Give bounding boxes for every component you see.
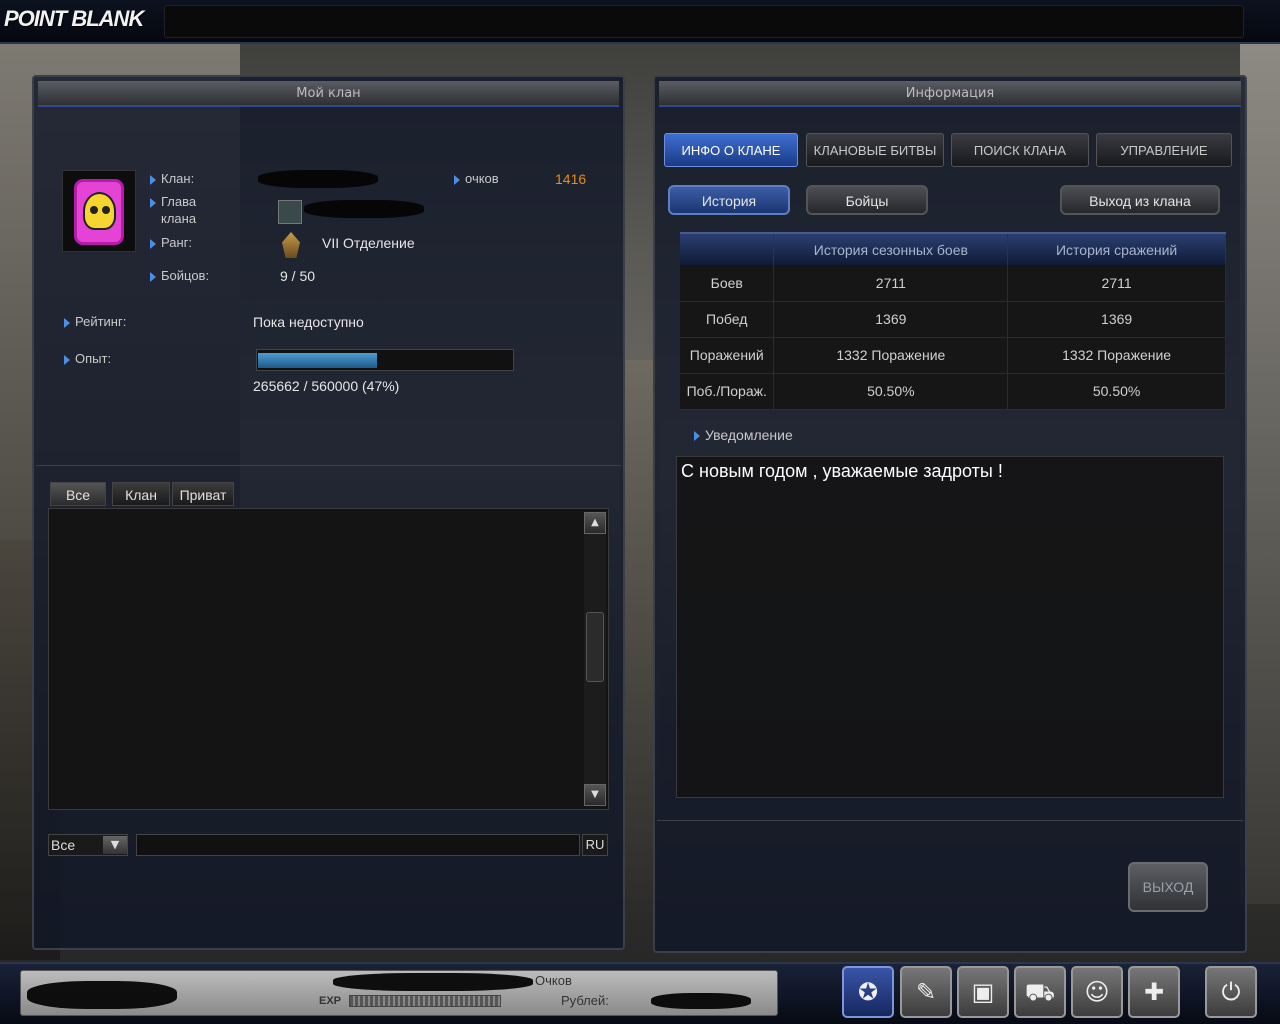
player-points-label: Очков	[535, 973, 572, 988]
chat-language[interactable]: RU	[582, 834, 608, 856]
chat-channel-value: Все	[51, 837, 76, 853]
row-label: Побед	[680, 301, 775, 338]
clan-emblem	[62, 170, 136, 252]
player-name-redacted	[27, 981, 177, 1009]
scroll-down-icon[interactable]: ▼	[584, 784, 606, 806]
exp-value: 265662 / 560000 (47%)	[253, 378, 400, 394]
table-header-row: История сезонных боев История сражений	[680, 232, 1226, 265]
rank-label: Ранг:	[150, 235, 192, 250]
row-label: Поб./Пораж.	[680, 373, 775, 410]
table-row: Боев 2711 2711	[680, 265, 1226, 302]
table-cell: 2711	[773, 265, 1009, 302]
row-label: Боев	[680, 265, 775, 302]
skull-eye-right	[102, 206, 110, 214]
exp-progress-fill	[258, 353, 377, 368]
chat-input[interactable]	[136, 834, 580, 856]
shop-cart-icon[interactable]: ⛟	[1014, 966, 1066, 1018]
player-exp-label: EXP	[319, 995, 342, 1007]
leave-clan-button[interactable]: Выход из клана	[1060, 185, 1220, 215]
chat-tab-all[interactable]: Все	[50, 482, 106, 506]
points-value: 1416	[555, 171, 587, 187]
fighters-value: 9 / 50	[280, 268, 316, 284]
player-details-redacted	[333, 973, 533, 991]
chat-scrollbar[interactable]: ▲ ▼	[584, 512, 606, 806]
skull-icon	[83, 192, 116, 230]
divider	[36, 465, 621, 466]
row-label: Поражений	[680, 337, 775, 374]
fighters-label: Бойцов:	[150, 268, 209, 283]
rating-value: Пока недоступно	[253, 314, 364, 330]
scroll-up-icon[interactable]: ▲	[584, 512, 606, 534]
table-cell: 2711	[1007, 265, 1226, 302]
player-info-box: Очков EXP Рублей:	[20, 970, 778, 1016]
info-title: Информация	[659, 81, 1241, 107]
points-label: очков	[454, 171, 499, 186]
history-button[interactable]: История	[668, 185, 790, 215]
tab-clan-battles[interactable]: КЛАНОВЫЕ БИТВЫ	[806, 133, 944, 167]
chat-tab-clan[interactable]: Клан	[112, 482, 170, 506]
chat-log	[48, 508, 609, 810]
leader-name-redacted	[304, 200, 424, 218]
notice-text: С новым годом , уважаемые задроты !	[681, 461, 1003, 481]
exp-progress-bar	[256, 349, 514, 371]
clan-label: Клан:	[150, 171, 194, 186]
chat-tab-private[interactable]: Приват	[172, 482, 234, 506]
notes-icon[interactable]: ✎	[900, 966, 952, 1018]
player-rubles-redacted	[651, 993, 751, 1009]
table-cell: 1332 Поражение	[773, 337, 1009, 374]
clan-stats-table: История сезонных боев История сражений Б…	[680, 232, 1226, 410]
table-cell: 1369	[1007, 301, 1226, 338]
friends-icon[interactable]: ☺	[1071, 966, 1123, 1018]
clan-name-redacted	[258, 170, 378, 188]
leader-label: Глава	[150, 194, 196, 209]
tab-clan-info[interactable]: ИНФО О КЛАНЕ	[664, 133, 798, 167]
table-row: Поражений 1332 Поражение 1332 Поражение	[680, 337, 1226, 374]
table-header	[680, 232, 775, 265]
settings-wrench-icon[interactable]: ✚	[1128, 966, 1180, 1018]
skull-eye-left	[90, 206, 98, 214]
player-rubles-label: Рублей:	[561, 993, 609, 1008]
game-logo: POINT BLANK	[4, 6, 144, 31]
leader-label-line2: клана	[161, 211, 197, 226]
top-bar: POINT BLANK	[0, 0, 1280, 44]
rating-label: Рейтинг:	[64, 314, 126, 329]
exp-label: Опыт:	[64, 351, 111, 366]
rank-value: VII Отделение	[322, 235, 415, 251]
power-icon[interactable]: ⏻	[1205, 966, 1257, 1018]
scroll-thumb[interactable]	[586, 612, 604, 682]
table-header: История сезонных боев	[773, 232, 1009, 265]
leader-rank-icon	[278, 200, 302, 224]
divider	[657, 820, 1243, 821]
table-cell: 1332 Поражение	[1007, 337, 1226, 374]
table-cell: 1369	[773, 301, 1009, 338]
table-row: Побед 1369 1369	[680, 301, 1226, 338]
my-clan-title: Мой клан	[38, 81, 619, 107]
notice-label: Уведомление	[694, 427, 793, 443]
tab-clan-search[interactable]: ПОИСК КЛАНА	[951, 133, 1089, 167]
table-cell: 50.50%	[773, 373, 1009, 410]
chat-channel-select[interactable]: Все ▼	[48, 834, 128, 856]
table-header: История сражений	[1007, 232, 1226, 265]
tab-management[interactable]: УПРАВЛЕНИЕ	[1096, 133, 1232, 167]
player-exp-bar	[349, 995, 501, 1007]
clan-emblem-frame	[74, 179, 124, 245]
top-message-field	[164, 5, 1244, 38]
clan-menu-icon[interactable]: ✪	[842, 966, 894, 1018]
table-cell: 50.50%	[1007, 373, 1226, 410]
chevron-down-icon[interactable]: ▼	[103, 836, 127, 854]
notice-box: С новым годом , уважаемые задроты !	[676, 456, 1224, 798]
exit-button[interactable]: ВЫХОД	[1128, 862, 1208, 912]
fighters-button[interactable]: Бойцы	[806, 185, 928, 215]
inventory-icon[interactable]: ▣	[957, 966, 1009, 1018]
table-row: Поб./Пораж. 50.50% 50.50%	[680, 373, 1226, 410]
